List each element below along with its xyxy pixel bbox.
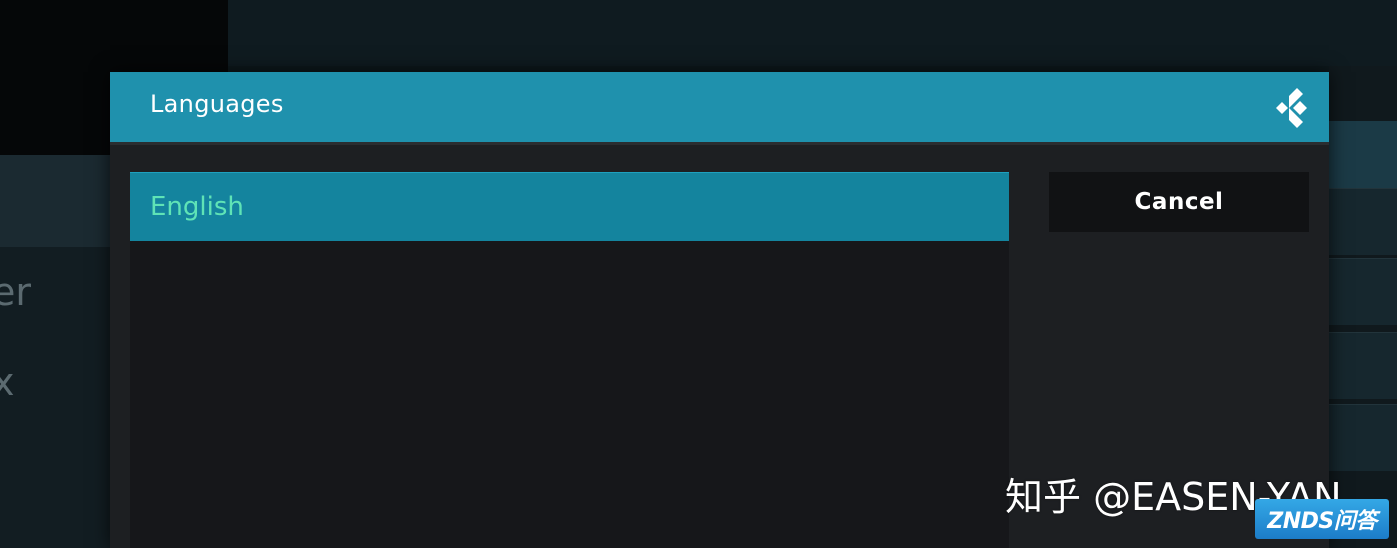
language-item-label: English — [150, 192, 244, 222]
background-menu-text: er — [0, 270, 32, 314]
background-side-item-highlight — [1329, 121, 1397, 188]
znds-watermark: ZNDS问答 — [1255, 499, 1389, 539]
background-side-item — [1329, 332, 1397, 399]
background-side-item — [1329, 188, 1397, 255]
background-side-item — [1329, 404, 1397, 471]
dialog-header: Languages — [110, 72, 1329, 142]
dialog-title: Languages — [150, 90, 284, 118]
background-menu-highlight — [0, 155, 110, 247]
screen: er x Languages English Cancel 知乎 @EASEN-… — [0, 0, 1397, 548]
language-item-english[interactable]: English — [130, 172, 1009, 241]
language-list: English — [130, 172, 1009, 548]
header-divider — [110, 142, 1329, 145]
kodi-logo-icon — [1276, 88, 1307, 128]
background-header — [228, 0, 1397, 66]
cancel-button[interactable]: Cancel — [1049, 172, 1309, 232]
background-menu-text: x — [0, 360, 15, 404]
background-side-item — [1329, 258, 1397, 325]
